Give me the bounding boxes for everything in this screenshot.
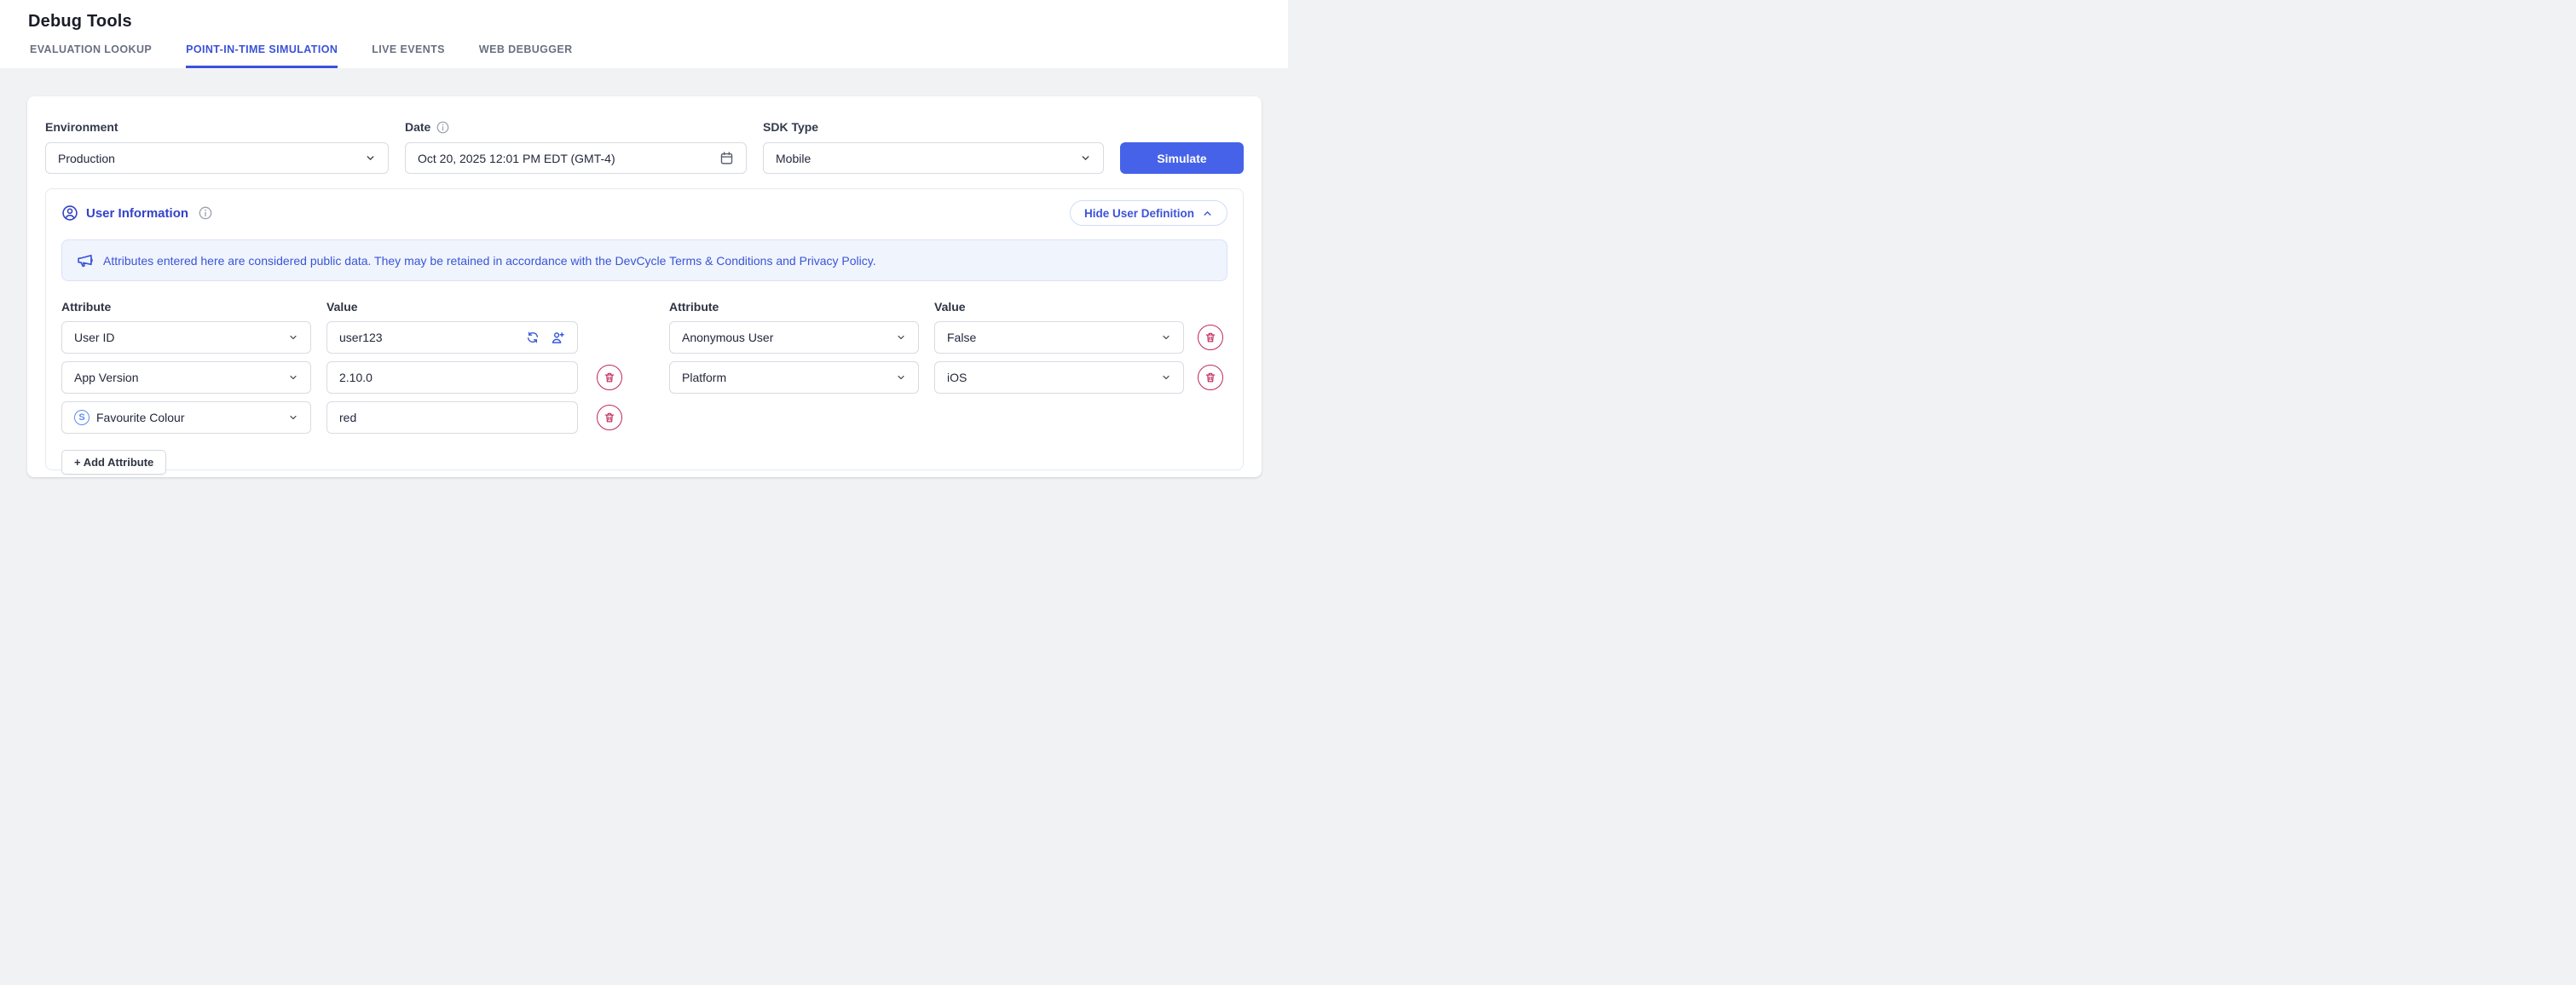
hide-user-definition-label: Hide User Definition — [1084, 207, 1194, 220]
trash-icon — [1204, 372, 1216, 383]
attribute-select-value: User ID — [74, 331, 281, 344]
chevron-down-icon — [896, 372, 906, 383]
attribute-row-3: S Favourite Colour red — [61, 401, 1227, 434]
sdk-type-value: Mobile — [776, 152, 1080, 165]
attribute-select-value: Anonymous User — [682, 331, 889, 344]
value-input-text: red — [339, 411, 565, 424]
megaphone-icon — [76, 251, 94, 269]
chevron-down-icon — [365, 153, 376, 164]
value-header: Value — [934, 300, 1184, 314]
value-select-platform[interactable]: iOS — [934, 361, 1184, 394]
chevron-down-icon — [288, 332, 298, 343]
page-title: Debug Tools — [0, 12, 1288, 43]
user-information-title: User Information — [86, 206, 188, 221]
sdk-type-select[interactable]: Mobile — [763, 142, 1104, 174]
value-input-app-version[interactable]: 2.10.0 — [326, 361, 578, 394]
value-input-text: user123 — [339, 331, 519, 344]
attribute-select-value: Platform — [682, 371, 889, 384]
date-label: Date — [405, 120, 430, 134]
info-icon[interactable] — [199, 206, 212, 220]
tab-web-debugger[interactable]: WEB DEBUGGER — [479, 43, 573, 68]
trash-icon — [604, 412, 615, 423]
add-attribute-button[interactable]: + Add Attribute — [61, 450, 166, 475]
simulate-button[interactable]: Simulate — [1120, 142, 1244, 174]
attribute-row-1: User ID user123 — [61, 321, 1227, 354]
value-select-text: iOS — [947, 371, 1154, 384]
trash-icon — [1204, 331, 1216, 343]
attribute-column-headers: Attribute Value Attribute Value — [61, 300, 1227, 314]
sdk-type-control: SDK Type Mobile — [763, 120, 1104, 174]
environment-select[interactable]: Production — [45, 142, 389, 174]
value-header: Value — [326, 300, 578, 314]
delete-attribute-button[interactable] — [597, 365, 622, 390]
value-input-favourite-colour[interactable]: red — [326, 401, 578, 434]
attribute-row-2: App Version 2.10.0 Platform — [61, 361, 1227, 394]
value-input-text: 2.10.0 — [339, 371, 565, 384]
info-icon[interactable] — [436, 121, 449, 134]
hide-user-definition-button[interactable]: Hide User Definition — [1070, 200, 1227, 226]
environment-value: Production — [58, 152, 365, 165]
simulation-controls-row: Environment Production Date Oct 20, 2025 — [45, 120, 1244, 174]
trash-icon — [604, 372, 615, 383]
user-circle-icon — [61, 204, 78, 222]
delete-attribute-button[interactable] — [1198, 325, 1223, 350]
public-data-notice-text: Attributes entered here are considered p… — [103, 254, 876, 268]
attribute-select-value: Favourite Colour — [96, 411, 281, 424]
sdk-type-label: SDK Type — [763, 120, 1104, 134]
date-value: Oct 20, 2025 12:01 PM EDT (GMT-4) — [418, 152, 719, 165]
chevron-down-icon — [1161, 332, 1171, 343]
attribute-select-user-id[interactable]: User ID — [61, 321, 311, 354]
environment-control: Environment Production — [45, 120, 389, 174]
user-add-icon[interactable] — [551, 331, 565, 345]
tab-live-events[interactable]: LIVE EVENTS — [372, 43, 445, 68]
value-select-anonymous-user[interactable]: False — [934, 321, 1184, 354]
attribute-select-value: App Version — [74, 371, 281, 384]
chevron-down-icon — [1080, 153, 1091, 164]
attribute-select-anonymous-user[interactable]: Anonymous User — [669, 321, 919, 354]
attribute-select-platform[interactable]: Platform — [669, 361, 919, 394]
public-data-notice: Attributes entered here are considered p… — [61, 239, 1227, 281]
value-select-text: False — [947, 331, 1154, 344]
environment-label: Environment — [45, 120, 389, 134]
tab-bar: EVALUATION LOOKUP POINT-IN-TIME SIMULATI… — [0, 43, 1288, 68]
tab-evaluation-lookup[interactable]: EVALUATION LOOKUP — [30, 43, 152, 68]
user-information-header: User Information Hide User Definition — [61, 200, 1227, 226]
delete-attribute-button[interactable] — [597, 405, 622, 430]
tab-point-in-time-simulation[interactable]: POINT-IN-TIME SIMULATION — [186, 43, 338, 68]
user-information-section: User Information Hide User Definition — [45, 188, 1244, 470]
main-content: Environment Production Date Oct 20, 2025 — [0, 68, 1288, 477]
chevron-down-icon — [896, 332, 906, 343]
page-header: Debug Tools EVALUATION LOOKUP POINT-IN-T… — [0, 0, 1288, 68]
chevron-down-icon — [1161, 372, 1171, 383]
chevron-down-icon — [288, 372, 298, 383]
chevron-up-icon — [1202, 208, 1213, 219]
calendar-icon[interactable] — [719, 151, 734, 165]
string-type-badge-icon: S — [74, 410, 90, 425]
date-input[interactable]: Oct 20, 2025 12:01 PM EDT (GMT-4) — [405, 142, 747, 174]
attribute-header: Attribute — [61, 300, 311, 314]
value-input-user-id[interactable]: user123 — [326, 321, 578, 354]
simulation-card: Environment Production Date Oct 20, 2025 — [27, 96, 1262, 477]
delete-attribute-button[interactable] — [1198, 365, 1223, 390]
date-control: Date Oct 20, 2025 12:01 PM EDT (GMT-4) — [405, 120, 747, 174]
chevron-down-icon — [288, 412, 298, 423]
attribute-select-favourite-colour[interactable]: S Favourite Colour — [61, 401, 311, 434]
attribute-header: Attribute — [669, 300, 919, 314]
refresh-icon[interactable] — [526, 331, 540, 344]
attribute-select-app-version[interactable]: App Version — [61, 361, 311, 394]
